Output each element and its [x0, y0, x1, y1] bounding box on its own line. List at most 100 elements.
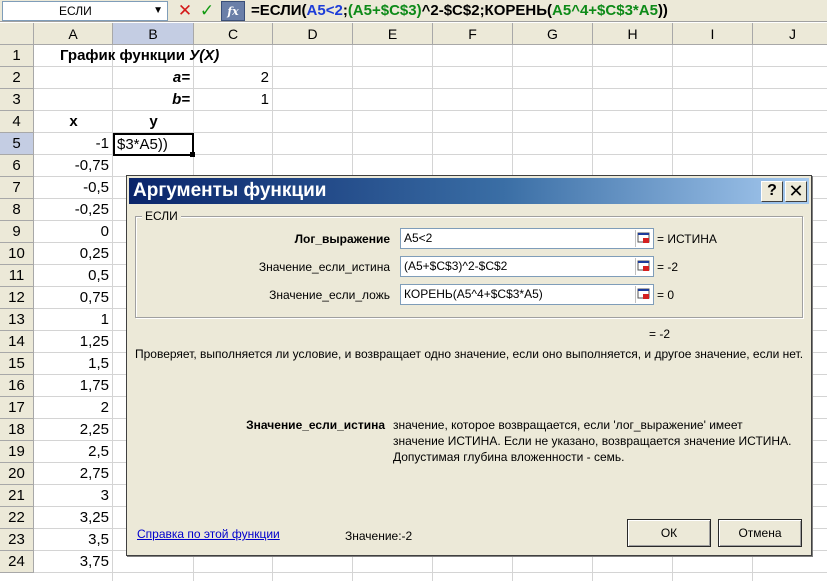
column-header[interactable]: H — [593, 23, 673, 45]
dialog-title: Аргументы функции — [133, 180, 327, 201]
formula-bar: ЕСЛИ ▼ ✕ ✓ fx =ЕСЛИ(А5<2;(А5+$C$3)^2-$C$… — [0, 0, 827, 22]
name-box[interactable]: ЕСЛИ ▼ — [2, 1, 168, 21]
row-header[interactable]: 3 — [0, 89, 34, 111]
formula-input[interactable]: =ЕСЛИ(А5<2;(А5+$C$3)^2-$C$2;КОРЕНЬ(А5^4+… — [251, 0, 668, 22]
help-link[interactable]: Справка по этой функции — [137, 527, 280, 541]
row-header[interactable]: 13 — [0, 309, 34, 331]
collapse-dialog-icon[interactable] — [635, 230, 652, 247]
name-box-value: ЕСЛИ — [59, 4, 92, 18]
x-value-cell[interactable]: 3 — [34, 485, 113, 507]
ok-button[interactable]: ОК — [627, 519, 711, 547]
row-header[interactable]: 24 — [0, 551, 34, 573]
x-value-cell[interactable]: 2 — [34, 397, 113, 419]
x-value-cell[interactable]: 2,25 — [34, 419, 113, 441]
argument-input[interactable]: (A5+$C$3)^2-$C$2 — [400, 256, 654, 277]
row-header[interactable]: 17 — [0, 397, 34, 419]
argument-label: Значение_если_ложь — [269, 288, 390, 302]
x-value-cell[interactable]: 3,75 — [34, 551, 113, 573]
x-value-cell[interactable]: 0,5 — [34, 265, 113, 287]
x-value-cell[interactable]: 1,5 — [34, 353, 113, 375]
x-value-cell[interactable]: 0 — [34, 221, 113, 243]
column-headers: ABCDEFGHIJ — [0, 23, 827, 45]
row-header[interactable]: 19 — [0, 441, 34, 463]
x-value-cell[interactable]: 0,25 — [34, 243, 113, 265]
column-header[interactable]: C — [194, 23, 273, 45]
fill-handle[interactable] — [190, 152, 195, 157]
sheet-title[interactable]: График функции У(Х) — [60, 45, 219, 67]
argument-input[interactable]: КОРЕНЬ(A5^4+$C$3*A5) — [400, 284, 654, 305]
x-value-cell[interactable]: -1 — [34, 133, 113, 155]
cancel-formula-icon[interactable]: ✕ — [176, 1, 194, 21]
x-value-cell[interactable]: 3,25 — [34, 507, 113, 529]
dialog-titlebar[interactable]: Аргументы функции ? ✕ — [129, 178, 809, 204]
x-value-cell[interactable]: 1 — [34, 309, 113, 331]
collapse-dialog-icon[interactable] — [635, 286, 652, 303]
row-header[interactable]: 15 — [0, 353, 34, 375]
y-header-cell[interactable]: y — [113, 111, 194, 133]
insert-function-icon[interactable]: fx — [221, 1, 245, 21]
argument-input[interactable]: A5<2 — [400, 228, 654, 249]
argument-label: Лог_выражение — [294, 232, 390, 246]
x-value-cell[interactable]: 3,5 — [34, 529, 113, 551]
x-header-cell[interactable]: x — [34, 111, 113, 133]
row-header[interactable]: 7 — [0, 177, 34, 199]
group-label: ЕСЛИ — [142, 209, 181, 223]
row-header[interactable]: 18 — [0, 419, 34, 441]
row-header[interactable]: 23 — [0, 529, 34, 551]
formula-ref: (А5+$C$3) — [347, 2, 422, 19]
row-header[interactable]: 22 — [0, 507, 34, 529]
close-button[interactable]: ✕ — [785, 181, 807, 202]
x-value-cell[interactable]: 1,25 — [34, 331, 113, 353]
a-value-cell[interactable]: 2 — [194, 67, 273, 89]
active-cell-editor[interactable]: $3*A5)) — [113, 133, 194, 156]
row-header[interactable]: 2 — [0, 67, 34, 89]
column-header[interactable]: D — [273, 23, 353, 45]
row-header[interactable]: 8 — [0, 199, 34, 221]
x-value-cell[interactable]: 2,75 — [34, 463, 113, 485]
argument-result: = -2 — [657, 260, 679, 274]
formula-ref: А5<2 — [306, 2, 343, 19]
argument-result: = ИСТИНА — [657, 232, 717, 246]
row-header[interactable]: 11 — [0, 265, 34, 287]
argument-help-name: Значение_если_истина — [246, 418, 385, 432]
a-label-cell[interactable]: a= — [113, 67, 194, 89]
column-header[interactable]: B — [113, 23, 194, 45]
argument-value: A5<2 — [404, 231, 433, 245]
row-header[interactable]: 12 — [0, 287, 34, 309]
b-label-cell[interactable]: b= — [113, 89, 194, 111]
row-header[interactable]: 6 — [0, 155, 34, 177]
b-value-cell[interactable]: 1 — [194, 89, 273, 111]
column-header[interactable]: G — [513, 23, 593, 45]
grid-hline — [34, 572, 827, 573]
row-header[interactable]: 16 — [0, 375, 34, 397]
enter-formula-icon[interactable]: ✓ — [198, 1, 216, 21]
column-header[interactable]: F — [433, 23, 513, 45]
row-header[interactable]: 4 — [0, 111, 34, 133]
column-header[interactable]: A — [34, 23, 113, 45]
argument-value: КОРЕНЬ(A5^4+$C$3*A5) — [404, 287, 543, 301]
row-header[interactable]: 10 — [0, 243, 34, 265]
column-header[interactable]: E — [353, 23, 433, 45]
arguments-group: ЕСЛИ Лог_выражение A5<2 = ИСТИНА Значение_е… — [135, 209, 803, 318]
column-header[interactable]: I — [673, 23, 753, 45]
row-header[interactable]: 21 — [0, 485, 34, 507]
row-header[interactable]: 20 — [0, 463, 34, 485]
row-header[interactable]: 14 — [0, 331, 34, 353]
x-value-cell[interactable]: 2,5 — [34, 441, 113, 463]
argument-value: (A5+$C$3)^2-$C$2 — [404, 259, 508, 273]
cancel-button[interactable]: Отмена — [718, 519, 802, 547]
x-value-cell[interactable]: -0,75 — [34, 155, 113, 177]
collapse-dialog-icon[interactable] — [635, 258, 652, 275]
row-header[interactable]: 5 — [0, 133, 34, 155]
name-box-dropdown-icon[interactable]: ▼ — [153, 2, 163, 20]
row-header[interactable]: 9 — [0, 221, 34, 243]
help-button[interactable]: ? — [761, 181, 783, 202]
column-header[interactable]: J — [753, 23, 827, 45]
formula-part: ^2-$C$2;КОРЕНЬ( — [421, 2, 553, 19]
function-arguments-dialog: Аргументы функции ? ✕ ЕСЛИ Лог_выражение… — [126, 175, 812, 556]
x-value-cell[interactable]: 0,75 — [34, 287, 113, 309]
x-value-cell[interactable]: 1,75 — [34, 375, 113, 397]
x-value-cell[interactable]: -0,25 — [34, 199, 113, 221]
row-header[interactable]: 1 — [0, 45, 34, 67]
x-value-cell[interactable]: -0,5 — [34, 177, 113, 199]
